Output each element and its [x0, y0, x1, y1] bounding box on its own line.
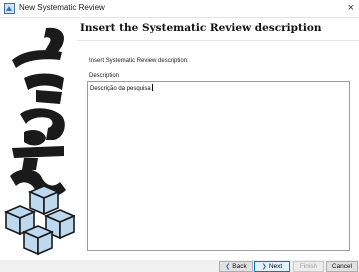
- page-heading: Insert the Systematic Review description: [80, 22, 322, 34]
- back-button[interactable]: ❮ Back: [219, 261, 253, 272]
- description-label: Description: [89, 73, 120, 79]
- next-arrow-icon: ❯: [261, 264, 267, 270]
- back-arrow-icon: ❮: [225, 264, 231, 270]
- back-button-label: Back: [232, 263, 247, 270]
- text-caret: [151, 84, 153, 91]
- close-icon[interactable]: ×: [348, 1, 354, 15]
- header-divider: [77, 40, 359, 41]
- instruction-label: Insert Systematic Review description:: [89, 58, 189, 64]
- title-bar: New Systematic Review ×: [0, 0, 359, 18]
- next-button-label: Next: [268, 263, 283, 270]
- description-text: Descrição da pesquisa: [90, 86, 151, 92]
- description-textarea[interactable]: Descrição da pesquisa: [87, 81, 350, 251]
- finish-button[interactable]: Finish: [293, 261, 324, 272]
- cancel-button[interactable]: Cancel: [326, 261, 358, 272]
- next-button[interactable]: ❯ Next: [254, 261, 290, 272]
- window-title: New Systematic Review: [19, 3, 105, 12]
- start-logo-icon: [3, 27, 75, 256]
- app-icon: [4, 3, 15, 14]
